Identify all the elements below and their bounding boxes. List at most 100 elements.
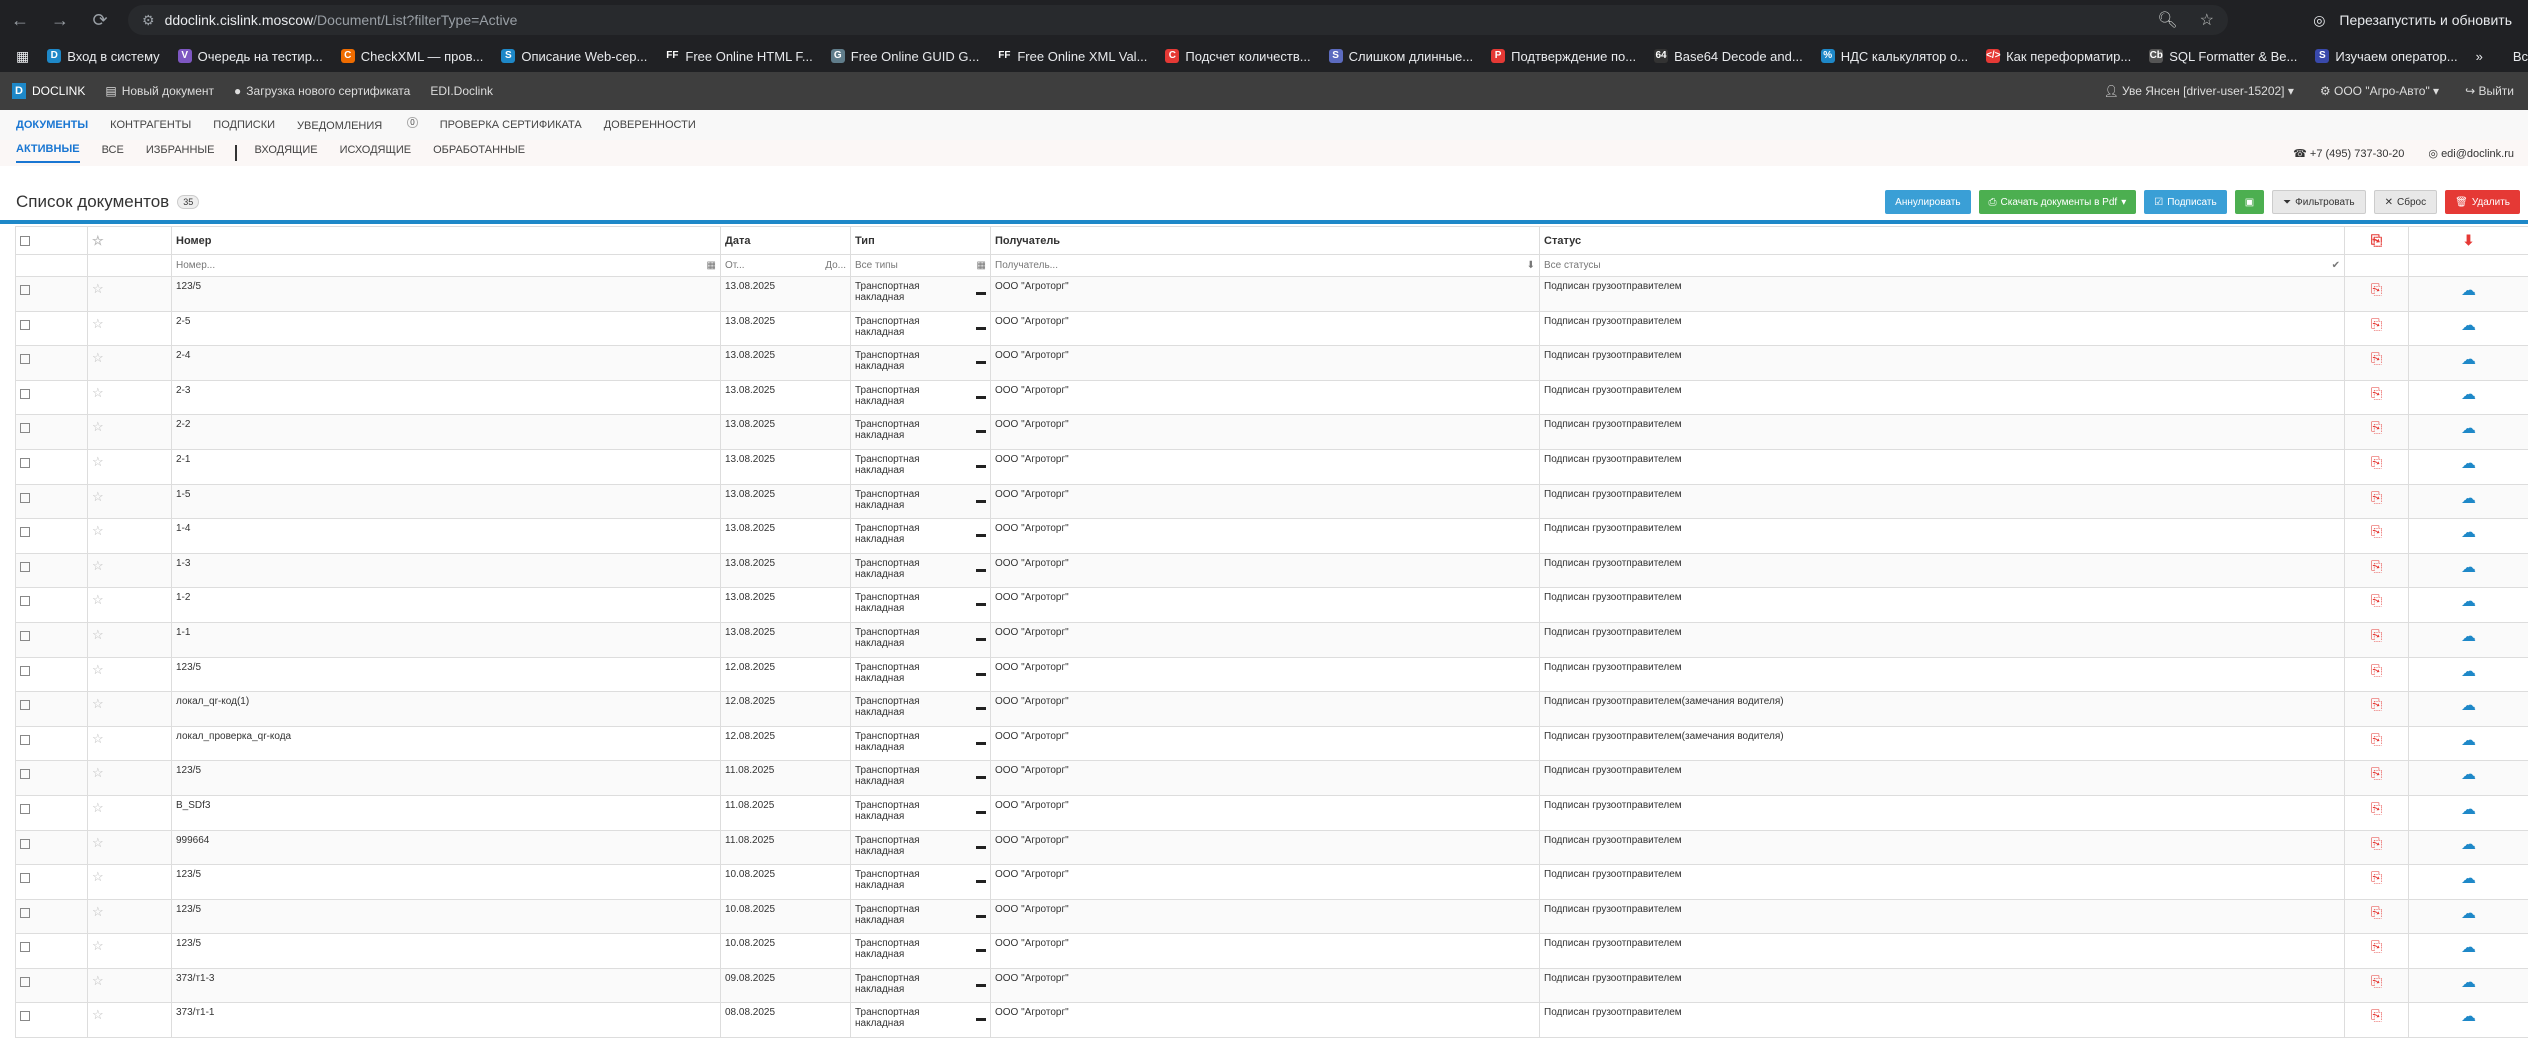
pdf-icon[interactable]: ⎘ [2349,835,2404,852]
pdf-icon[interactable]: ⎘ [2349,973,2404,990]
bookmark-item[interactable]: FF Free Online HTML F... [665,49,813,64]
star-icon[interactable]: ☆ [92,835,104,850]
folder-icon[interactable]: ▬ [976,598,986,614]
reload-icon[interactable]: ⟳ [80,10,120,31]
tab-outgoing[interactable]: ИСХОДЯЩИЕ [340,144,411,162]
pdf-icon[interactable]: ⎘ [2349,385,2404,402]
bookmark-item[interactable]: % НДС калькулятор о... [1820,49,1968,64]
status-filter-select[interactable]: Все статусы [1544,260,1601,271]
pdf-icon[interactable]: ⎘ [2349,731,2404,748]
forward-icon[interactable]: → [40,10,80,31]
cloud-download-icon[interactable]: ☁ [2413,1007,2524,1025]
folder-icon[interactable]: ▬ [976,771,986,787]
pdf-icon[interactable]: ⎘ [2349,938,2404,955]
cloud-download-icon[interactable]: ☁ [2413,350,2524,368]
calendar-icon[interactable]: ▦ [977,260,986,271]
row-number[interactable]: 1-5 [171,483,721,520]
bookmark-item[interactable]: S Описание Web-сер... [501,49,647,64]
row-number[interactable]: 1-1 [171,621,721,658]
row-number[interactable]: 123/5 [171,760,721,796]
download-all-icon[interactable]: ⬇ [2413,232,2524,249]
folder-icon[interactable]: ▬ [976,460,986,476]
tab-favorites[interactable]: ИЗБРАННЫЕ [146,144,215,162]
folder-icon[interactable]: ▬ [976,702,986,718]
filter-button[interactable]: ⏷ Фильтровать [2272,190,2366,214]
star-icon[interactable]: ☆ [92,938,104,953]
cloud-download-icon[interactable]: ☁ [2413,835,2524,853]
row-number[interactable]: B_SDf3 [171,794,721,831]
table-row[interactable]: ☆ 123/5 12.08.2025 Транспортная накладная ▬ О… [15,656,2528,693]
folder-icon[interactable]: ▬ [976,322,986,338]
date-to-input[interactable]: До... [825,260,846,271]
row-checkbox[interactable] [20,492,30,503]
row-number[interactable]: локал_проверка_qr-кода [171,725,721,762]
org-menu[interactable]: ⚙ ООО "Агро-Авто" ▾ [2320,84,2439,98]
apps-icon[interactable]: ▦ [16,48,29,65]
bookmark-star-icon[interactable]: ☆ [2200,10,2214,30]
star-icon[interactable]: ☆ [92,869,104,884]
row-checkbox[interactable] [20,873,30,884]
table-row[interactable]: ☆ 2-4 13.08.2025 Транспортная накладная ▬ ООО… [15,345,2528,381]
pdf-icon[interactable]: ⎘ [2349,523,2404,540]
row-checkbox[interactable] [20,665,30,676]
table-row[interactable]: ☆ локал_qr-код(1) 12.08.2025 Транспортная н… [15,691,2528,727]
bookmark-item[interactable]: V Очередь на тестир... [177,49,323,64]
row-checkbox[interactable] [20,457,30,468]
cloud-download-icon[interactable]: ☁ [2413,627,2524,645]
table-row[interactable]: ☆ 1-5 13.08.2025 Транспортная накладная ▬ ООО… [15,483,2528,520]
folder-icon[interactable]: ▬ [976,806,986,822]
pdf-icon[interactable]: ⎘ [2349,627,2404,644]
pdf-icon[interactable]: ⎘ [2349,904,2404,921]
more-bookmarks-icon[interactable]: » [2476,49,2483,64]
zoom-icon[interactable]: 🔍︎ [2157,10,2177,30]
pdf-icon[interactable]: ⎘ [2349,558,2404,575]
delete-button[interactable]: 🗑︎ Удалить [2445,190,2520,214]
star-icon[interactable]: ☆ [92,385,104,400]
upload-certificate-link[interactable]: ● Загрузка нового сертификата [234,84,410,98]
bookmark-item[interactable]: G Free Online GUID G... [830,49,979,64]
type-filter-select[interactable]: Все типы [855,260,898,271]
pdf-icon[interactable]: ⎘ [2349,765,2404,782]
table-row[interactable]: ☆ 123/5 13.08.2025 Транспортная накладная ▬ О… [15,276,2528,312]
table-row[interactable]: ☆ 1-4 13.08.2025 Транспортная накладная ▬ ООО… [15,518,2528,554]
table-row[interactable]: ☆ 1-2 13.08.2025 Транспортная накладная ▬ ООО… [15,587,2528,623]
row-checkbox[interactable] [20,976,30,987]
bookmark-item[interactable]: D Вход в систему [47,49,160,64]
row-checkbox[interactable] [20,561,30,572]
row-checkbox[interactable] [20,596,30,607]
row-checkbox[interactable] [20,838,30,849]
row-checkbox[interactable] [20,907,30,918]
row-checkbox[interactable] [20,769,30,780]
phone-contact[interactable]: ☎ +7 (495) 737-30-20 [2293,147,2404,160]
bookmark-item[interactable]: C Подсчет количеств... [1165,49,1311,64]
pdf-icon[interactable]: ⎘ [2349,1007,2404,1024]
row-number[interactable]: 123/5 [171,898,721,935]
folder-icon[interactable]: ▬ [976,875,986,891]
folder-icon[interactable]: ▬ [976,1013,986,1029]
status-filter-cell[interactable]: Все статусы ✔ [1539,254,2345,277]
bookmark-item[interactable]: S Слишком длинные... [1328,49,1473,64]
column-recipient[interactable]: Получатель [990,226,1540,255]
table-row[interactable]: ☆ 123/5 10.08.2025 Транспортная накладная ▬ О… [15,933,2528,969]
cloud-download-icon[interactable]: ☁ [2413,592,2524,610]
tab-processed[interactable]: ОБРАБОТАННЫЕ [433,144,525,162]
new-document-link[interactable]: ▤ Новый документ [105,84,214,98]
folder-icon[interactable]: ▬ [976,910,986,926]
row-number[interactable]: 123/5 [171,933,721,969]
star-icon[interactable]: ☆ [92,1007,104,1022]
column-date[interactable]: Дата [720,226,851,255]
number-filter-cell[interactable]: Номер... ▦ [171,254,721,277]
pdf-icon[interactable]: ⎘ [2349,419,2404,436]
table-row[interactable]: ☆ 373/т1-1 08.08.2025 Транспортная накладна… [15,1002,2528,1039]
bookmark-item[interactable]: Cb SQL Formatter & Be... [2149,49,2297,64]
table-row[interactable]: ☆ 123/5 10.08.2025 Транспортная накладная ▬ О… [15,898,2528,935]
nav-notifications[interactable]: УВЕДОМЛЕНИЯ 0 [297,116,418,132]
star-icon[interactable]: ☆ [92,592,104,607]
folder-icon[interactable]: ▬ [976,425,986,441]
cloud-download-icon[interactable]: ☁ [2413,938,2524,956]
row-number[interactable]: 999664 [171,829,721,866]
restart-button[interactable]: Перезапустить и обновить [2339,12,2512,28]
star-icon[interactable]: ☆ [92,523,104,538]
user-menu[interactable]: 👤︎ Уве Янсен [driver-user-15202] ▾ [2103,84,2293,98]
folder-icon[interactable]: ▬ [976,356,986,372]
